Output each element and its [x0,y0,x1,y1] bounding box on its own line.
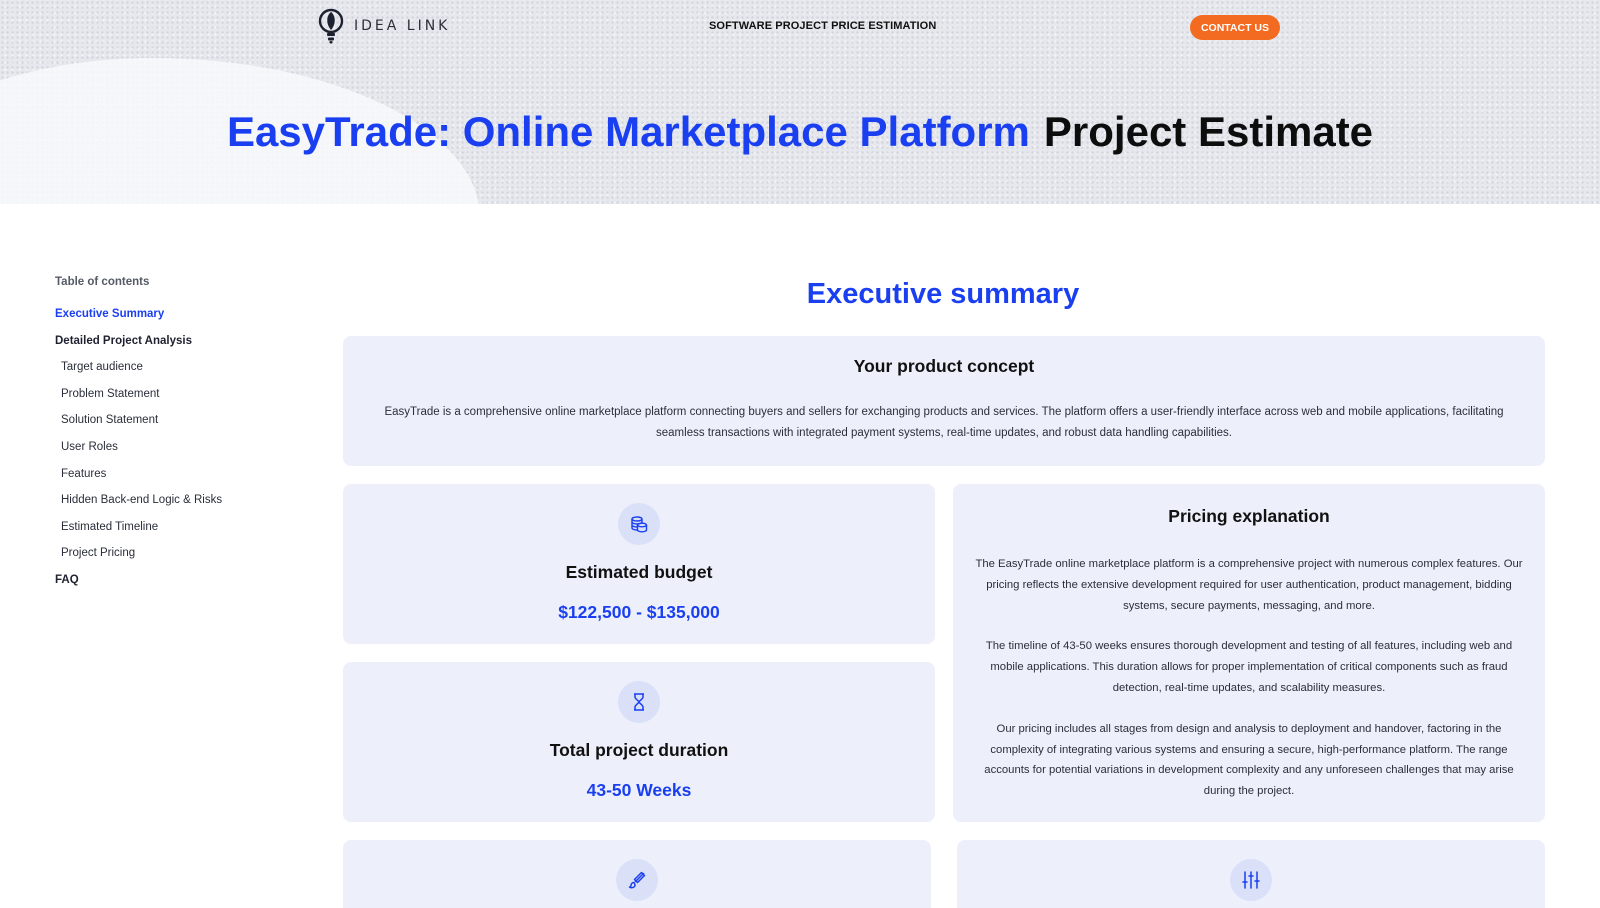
toc-item-detailed-project-analysis[interactable]: Detailed Project Analysis [55,328,295,355]
page-title-suffix: Project Estimate [1043,108,1374,155]
budget-title: Estimated budget [565,562,713,582]
toc-item-hidden-backend-logic[interactable]: Hidden Back-end Logic & Risks [55,487,295,514]
toc-item-executive-summary[interactable]: Executive Summary [55,301,295,328]
toc-heading: Table of contents [55,276,150,288]
pricing-paragraph: The timeline of 43-50 weeks ensures thor… [985,640,1513,694]
settings-card [957,840,1545,908]
contact-us-button[interactable]: CONTACT US [1190,15,1280,40]
pricing-paragraph: The EasyTrade online marketplace platfor… [975,558,1523,612]
toc-item-features[interactable]: Features [55,461,295,488]
duration-value: 43-50 Weeks [586,780,692,800]
pricing-explanation-card: Pricing explanation The EasyTrade online… [953,484,1545,822]
toc-item-target-audience[interactable]: Target audience [55,354,295,381]
budget-card: Estimated budget $122,500 - $135,000 [343,484,935,644]
pricing-title: Pricing explanation [1168,506,1330,526]
pricing-paragraph: Our pricing includes all stages from des… [984,722,1514,798]
toc-item-problem-statement[interactable]: Problem Statement [55,381,295,408]
logo[interactable]: IDEA LINK [318,8,450,44]
design-card [343,840,931,908]
hourglass-icon [618,681,660,723]
sliders-icon [1230,859,1272,901]
top-navigation: IDEA LINK SOFTWARE PROJECT PRICE ESTIMAT… [0,0,1600,56]
coins-icon [618,503,660,545]
concept-title: Your product concept [853,356,1035,376]
toc-item-faq[interactable]: FAQ [55,567,295,594]
hero-banner: IDEA LINK SOFTWARE PROJECT PRICE ESTIMAT… [0,0,1600,204]
concept-text: EasyTrade is a comprehensive online mark… [384,406,1504,439]
toc-item-estimated-timeline[interactable]: Estimated Timeline [55,514,295,541]
table-of-contents: Table of contents Executive Summary Deta… [55,276,295,594]
page-title-project-name: EasyTrade: Online Marketplace Platform [226,108,1030,155]
product-concept-card: Your product concept EasyTrade is a comp… [343,336,1545,466]
nav-title[interactable]: SOFTWARE PROJECT PRICE ESTIMATION [709,20,936,32]
section-title: Executive summary [806,278,1080,310]
toc-item-user-roles[interactable]: User Roles [55,434,295,461]
toc-item-solution-statement[interactable]: Solution Statement [55,407,295,434]
page-title: EasyTrade: Online Marketplace Platform Pr… [0,104,1600,160]
budget-value: $122,500 - $135,000 [558,602,720,622]
logo-text: IDEA LINK [354,18,451,34]
lightbulb-logo-icon [318,8,344,44]
duration-card: Total project duration 43-50 Weeks [343,662,935,822]
duration-title: Total project duration [549,740,729,760]
toc-item-project-pricing[interactable]: Project Pricing [55,540,295,567]
brush-icon [616,859,658,901]
